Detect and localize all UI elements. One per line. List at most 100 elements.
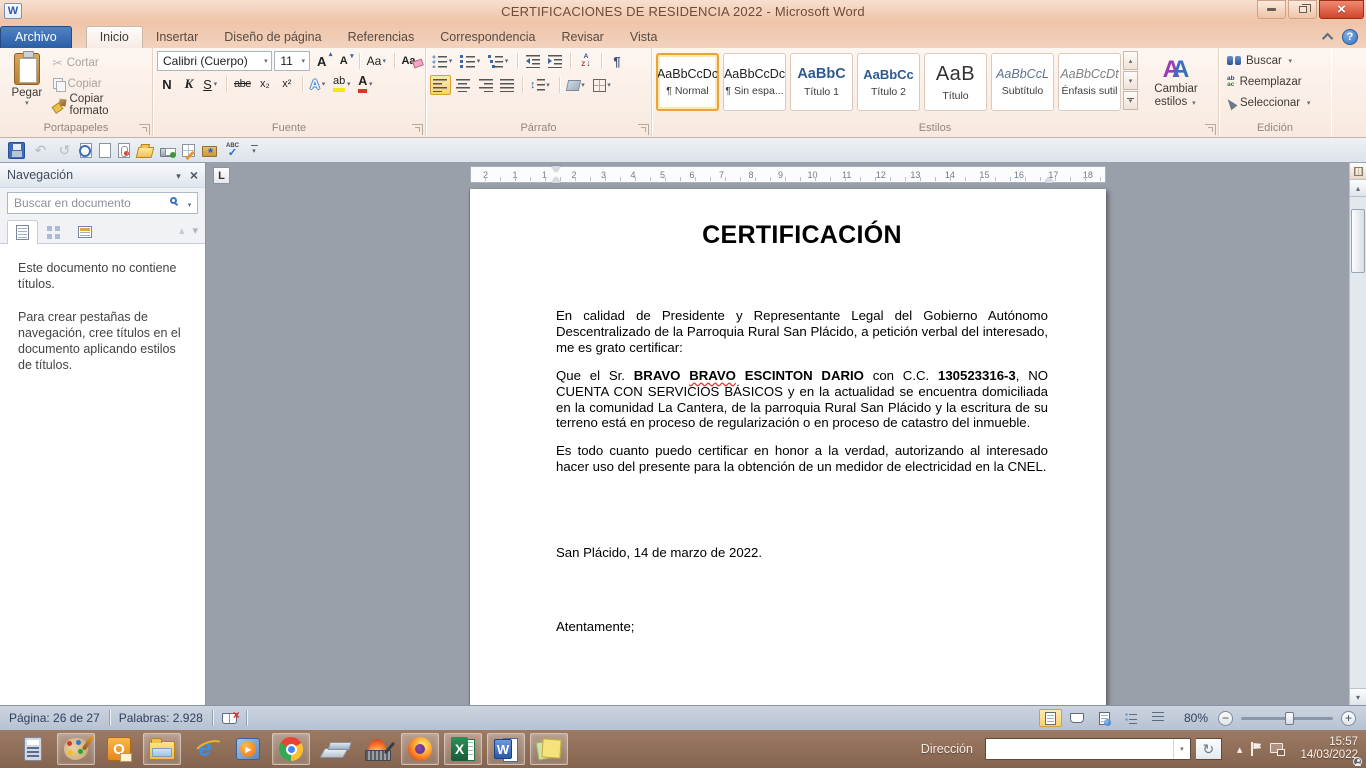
font-name-select[interactable]: Calibri (Cuerpo) [157,51,272,71]
chevron-down-icon[interactable] [186,201,193,209]
browse-headings-tab[interactable] [7,220,38,244]
styles-gallery-more-button[interactable] [1123,91,1138,110]
change-case-button[interactable]: Aa [365,51,389,71]
closing-line[interactable]: Atentamente; [556,619,1048,635]
browse-results-tab[interactable] [69,219,100,243]
taskbar-file-explorer-icon[interactable] [143,733,181,765]
zoom-out-button[interactable] [1218,711,1233,726]
tab-revisar[interactable]: Revisar [548,27,616,48]
web-layout-view-button[interactable] [1093,709,1116,727]
tab-diseno-de-pagina[interactable]: Diseño de página [211,27,334,48]
document-page[interactable]: CERTIFICACIÓN En calidad de Presidente y… [470,189,1106,705]
dialog-launcher-icon[interactable] [139,124,150,135]
paste-button[interactable]: Pegar [4,51,50,121]
italic-button[interactable]: K [179,74,199,94]
save-icon[interactable] [8,142,25,159]
document-heading[interactable]: CERTIFICACIÓN [556,221,1048,250]
show-marks-button[interactable]: ¶ [607,51,627,71]
spelling-grammar-icon[interactable]: ABC [224,142,241,159]
taskbar-calculator-icon[interactable] [14,733,52,765]
superscript-button[interactable]: x² [277,74,297,94]
new-document-icon[interactable] [99,143,111,158]
undo-icon[interactable] [32,142,49,159]
taskbar-paint-icon[interactable] [57,733,95,765]
taskbar-sticky-notes-icon[interactable] [530,733,568,765]
quick-print-icon[interactable] [160,148,175,157]
align-left-button[interactable] [430,75,451,95]
dialog-launcher-icon[interactable] [412,124,423,135]
tab-stop-selector[interactable]: L [213,167,230,184]
scroll-up-button[interactable] [1350,180,1366,197]
style-titulo-1[interactable]: AaBbC Título 1 [790,53,853,111]
draft-view-button[interactable] [1147,709,1170,727]
taskbar-outlook-icon[interactable]: O [100,733,138,765]
taskbar-word-icon[interactable]: W [487,733,525,765]
paragraph[interactable]: Que el Sr. BRAVO BRAVO ESCINTON DARIO co… [556,368,1048,432]
redo-icon[interactable] [56,142,73,159]
taskbar-excel-icon[interactable]: X [444,733,482,765]
copy-button[interactable]: Copiar [50,75,148,93]
folder-favorites-icon[interactable] [202,146,217,157]
subscript-button[interactable]: x₂ [255,74,275,94]
font-color-button[interactable]: A [356,74,376,94]
open-folder-icon[interactable] [136,147,155,158]
edit-table-icon[interactable] [182,144,195,157]
select-button[interactable]: Seleccionar [1227,93,1327,112]
taskbar-internet-explorer-icon[interactable]: e [186,733,224,765]
highlight-button[interactable]: ab [331,74,354,94]
paragraph[interactable]: En calidad de Presidente y Representante… [556,308,1048,356]
search-input[interactable] [7,192,198,214]
refresh-button[interactable] [1196,738,1222,760]
font-size-select[interactable]: 11 [274,51,309,71]
bullets-button[interactable] [430,51,456,71]
grow-font-button[interactable]: A [312,51,332,71]
text-effects-button[interactable]: A [308,74,329,94]
sort-button[interactable]: AZ [576,51,596,71]
borders-button[interactable] [591,75,615,95]
dialog-launcher-icon[interactable] [1205,124,1216,135]
shading-button[interactable] [565,75,589,95]
paragraph[interactable]: Es todo cuanto puedo certificar en honor… [556,443,1048,475]
print-layout-view-button[interactable] [1039,709,1062,727]
word-count-status[interactable]: Palabras: 2.928 [110,706,212,730]
address-input[interactable] [986,739,1173,759]
find-button[interactable]: Buscar [1227,51,1327,70]
browse-pages-tab[interactable] [38,219,69,243]
date-line[interactable]: San Plácido, 14 de marzo de 2022. [556,545,1048,561]
search-icon[interactable] [170,197,177,204]
previous-result-icon[interactable] [179,223,185,237]
style-sin-espaciado[interactable]: AaBbCcDc ¶ Sin espa... [723,53,786,111]
tab-archivo[interactable]: Archivo [0,26,72,48]
page-count-status[interactable]: Página: 26 de 27 [0,706,109,730]
zoom-in-button[interactable] [1341,711,1356,726]
taskbar-firefox-icon[interactable] [401,733,439,765]
shrink-font-button[interactable]: A [334,51,354,71]
taskbar-scanner-icon[interactable] [315,733,353,765]
replace-button[interactable]: abac Reemplazar [1227,72,1327,91]
collapse-ribbon-icon[interactable] [1322,33,1333,44]
format-painter-button[interactable]: Copiar formato [50,96,148,114]
align-right-button[interactable] [475,75,495,95]
zoom-slider-thumb[interactable] [1285,712,1294,725]
taskbar-media-player-icon[interactable] [229,733,267,765]
ruler-toggle-button[interactable] [1350,163,1366,180]
increase-indent-button[interactable] [545,51,565,71]
next-result-icon[interactable] [192,223,198,237]
zoom-level[interactable]: 80% [1184,711,1208,725]
line-spacing-button[interactable] [528,75,554,95]
close-pane-icon[interactable] [190,167,198,183]
horizontal-ruler[interactable]: 21123456789101112131415161718 [470,166,1106,183]
bold-button[interactable]: N [157,74,177,94]
strikethrough-button[interactable]: abe [232,74,253,94]
network-icon[interactable] [1270,743,1285,756]
tab-inicio[interactable]: Inicio [86,26,143,48]
restore-button[interactable] [1288,0,1317,19]
cut-button[interactable]: Cortar [50,54,148,72]
tab-insertar[interactable]: Insertar [143,27,211,48]
clear-formatting-button[interactable]: Aa [400,51,421,71]
taskbar-chrome-icon[interactable] [272,733,310,765]
vertical-scrollbar[interactable] [1349,163,1366,705]
style-titulo[interactable]: AaB Título [924,53,987,111]
multilevel-list-button[interactable] [486,51,512,71]
outline-view-button[interactable] [1120,709,1143,727]
